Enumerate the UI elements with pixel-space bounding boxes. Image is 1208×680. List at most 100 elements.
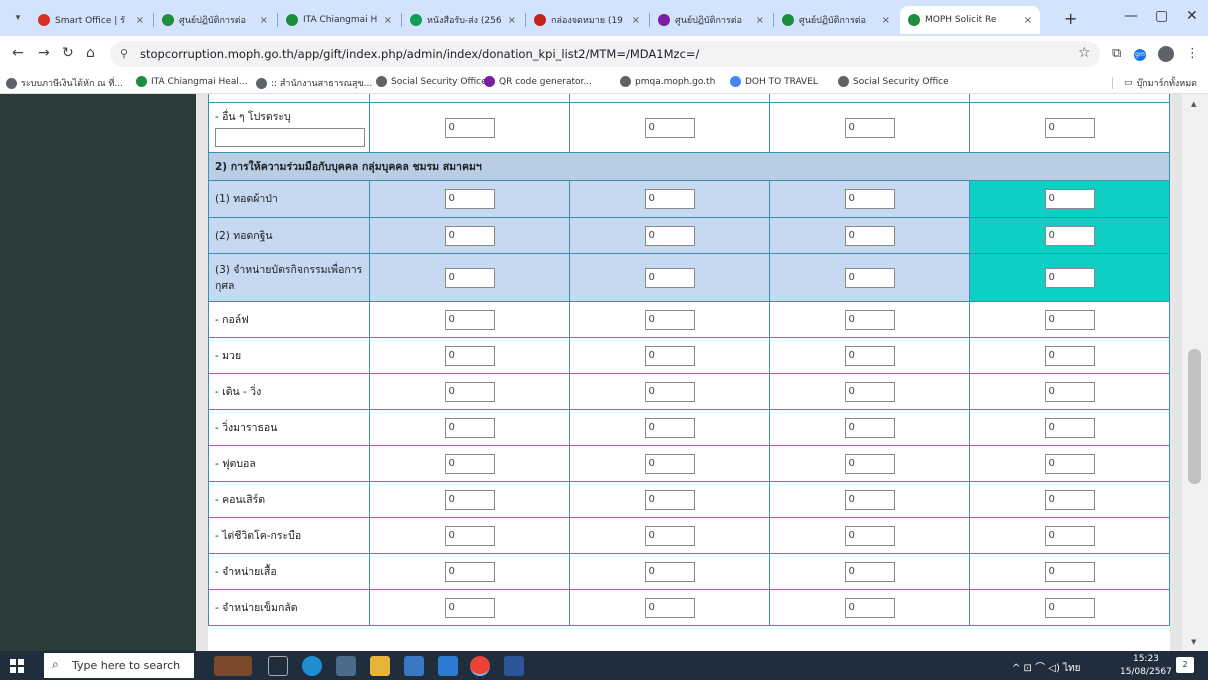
address-bar[interactable]: ⚲ stopcorruption.moph.go.th/app/gift/ind… (110, 41, 1100, 67)
edge-icon[interactable] (302, 656, 322, 676)
bookmark-item[interactable]: Social Security Office (376, 76, 487, 87)
browser-tab[interactable]: กล่องจดหมาย (19 × (526, 6, 648, 34)
amount-input[interactable]: 0 (444, 597, 495, 618)
amount-input[interactable]: 0 (644, 453, 695, 474)
scroll-down-icon[interactable]: ▼ (1191, 638, 1196, 646)
bookmark-star-icon[interactable]: ☆ (1078, 45, 1091, 61)
amount-input[interactable]: 0 (444, 117, 495, 138)
amount-input[interactable]: 0 (644, 525, 695, 546)
maximize-button[interactable]: ▢ (1155, 8, 1168, 24)
browser-menu-icon[interactable]: ⋮ (1186, 46, 1199, 61)
amount-input[interactable]: 0 (444, 267, 495, 288)
amount-input[interactable]: 0 (1044, 345, 1095, 366)
mail-icon[interactable] (438, 656, 458, 676)
calculator-icon[interactable] (336, 656, 356, 676)
word-icon[interactable] (504, 656, 524, 676)
bookmark-item[interactable]: QR code generator... (484, 76, 592, 87)
amount-input[interactable]: 0 (444, 525, 495, 546)
page-scrollbar[interactable]: ▲ ▼ (1182, 94, 1208, 651)
browser-tab[interactable]: ITA Chiangmai H × (278, 6, 400, 34)
amount-input[interactable]: 0 (1044, 489, 1095, 510)
bookmark-item[interactable]: DOH TO TRAVEL (730, 76, 818, 87)
other-specify-input[interactable] (215, 128, 365, 147)
amount-input[interactable]: 0 (644, 597, 695, 618)
taskbar-search[interactable]: ⌕ Type here to search (44, 653, 194, 678)
file-explorer-icon[interactable] (370, 656, 390, 676)
amount-input[interactable]: 0 (1044, 597, 1095, 618)
all-bookmarks-button[interactable]: ▭ บุ๊กมาร์กทั้งหมด (1124, 76, 1197, 90)
browser-tab[interactable]: หนังสือรับ-ส่ง (256 × (402, 6, 524, 34)
tab-close-icon[interactable]: × (1024, 15, 1032, 26)
reload-button[interactable]: ↻ (62, 45, 74, 61)
amount-input[interactable]: 0 (644, 417, 695, 438)
bookmark-item[interactable]: pmqa.moph.go.th (620, 76, 715, 87)
browser-tab[interactable]: ศูนย์ปฏิบัติการต่อ × (154, 6, 276, 34)
tab-close-icon[interactable]: × (882, 15, 890, 26)
forward-button[interactable]: → (38, 45, 50, 61)
site-info-icon[interactable]: ⚲ (120, 47, 128, 60)
amount-input[interactable]: 0 (844, 597, 895, 618)
amount-input[interactable]: 0 (644, 489, 695, 510)
amount-input[interactable]: 0 (444, 189, 495, 209)
tab-close-icon[interactable]: × (260, 15, 268, 26)
amount-input[interactable]: 0 (1044, 417, 1095, 438)
tab-close-icon[interactable]: × (632, 15, 640, 26)
custom-app-icon[interactable] (214, 656, 252, 676)
back-button[interactable]: ← (12, 45, 24, 61)
bookmark-item[interactable]: ระบบภาษีเงินได้หัก ณ ที่... (6, 76, 123, 90)
amount-input[interactable]: 0 (644, 309, 695, 330)
amount-input[interactable]: 0 (444, 453, 495, 474)
bookmark-item[interactable]: Social Security Office (838, 76, 949, 87)
amount-input[interactable]: 0 (844, 525, 895, 546)
taskbar-clock[interactable]: 15:23 15/08/2567 (1120, 653, 1172, 679)
bookmark-item[interactable]: :: สำนักงานสาธารณสุข... (256, 76, 372, 90)
amount-input[interactable]: 0 (844, 561, 895, 582)
windows-start-icon[interactable] (10, 659, 24, 673)
home-button[interactable]: ⌂ (86, 45, 95, 61)
browser-tab[interactable]: Smart Office | รั × (30, 6, 152, 34)
amount-input[interactable]: 0 (644, 189, 695, 209)
browser-tab[interactable]: MOPH Solicit Re × (900, 6, 1040, 34)
tab-close-icon[interactable]: × (384, 15, 392, 26)
tab-close-icon[interactable]: × (756, 15, 764, 26)
amount-input[interactable]: 0 (644, 117, 695, 138)
url-text[interactable]: stopcorruption.moph.go.th/app/gift/index… (140, 47, 699, 61)
amount-input[interactable]: 0 (444, 309, 495, 330)
browser-tab[interactable]: ศูนย์ปฏิบัติการต่อ × (650, 6, 772, 34)
amount-input[interactable]: 0 (644, 561, 695, 582)
bookmark-item[interactable]: ITA Chiangmai Heal... (136, 76, 247, 87)
amount-input[interactable]: 0 (444, 225, 495, 246)
scrollbar-thumb[interactable] (1188, 349, 1201, 484)
extension-gm-icon[interactable]: gm (1134, 49, 1146, 61)
amount-input[interactable]: 0 (444, 381, 495, 402)
amount-input[interactable]: 0 (844, 309, 895, 330)
store-icon[interactable] (404, 656, 424, 676)
amount-input[interactable]: 0 (444, 561, 495, 582)
profile-avatar[interactable] (1158, 46, 1174, 62)
tab-search-icon[interactable]: ▾ (10, 10, 26, 26)
amount-input[interactable]: 0 (1044, 453, 1095, 474)
amount-input[interactable]: 0 (844, 417, 895, 438)
task-view-icon[interactable] (268, 656, 288, 676)
amount-input[interactable]: 0 (844, 489, 895, 510)
amount-input[interactable]: 0 (1044, 117, 1095, 138)
system-tray[interactable]: ^ ⊡ ⌒ ◁) ไทย (1012, 659, 1081, 676)
close-window-button[interactable]: ✕ (1186, 8, 1198, 24)
chrome-icon[interactable] (470, 656, 490, 676)
amount-input[interactable]: 0 (844, 453, 895, 474)
amount-input[interactable]: 0 (1044, 225, 1095, 246)
amount-input[interactable]: 0 (644, 345, 695, 366)
amount-input[interactable]: 0 (844, 117, 895, 138)
scroll-up-icon[interactable]: ▲ (1191, 100, 1196, 108)
new-tab-button[interactable]: + (1064, 9, 1077, 28)
amount-input[interactable]: 0 (844, 189, 895, 209)
extensions-puzzle-icon[interactable]: ⧉ (1112, 46, 1121, 61)
amount-input[interactable]: 0 (644, 381, 695, 402)
amount-input[interactable]: 0 (644, 267, 695, 288)
amount-input[interactable]: 0 (444, 345, 495, 366)
amount-input[interactable]: 0 (844, 225, 895, 246)
amount-input[interactable]: 0 (1044, 267, 1095, 288)
amount-input[interactable]: 0 (1044, 189, 1095, 209)
amount-input[interactable]: 0 (844, 345, 895, 366)
amount-input[interactable]: 0 (1044, 309, 1095, 330)
